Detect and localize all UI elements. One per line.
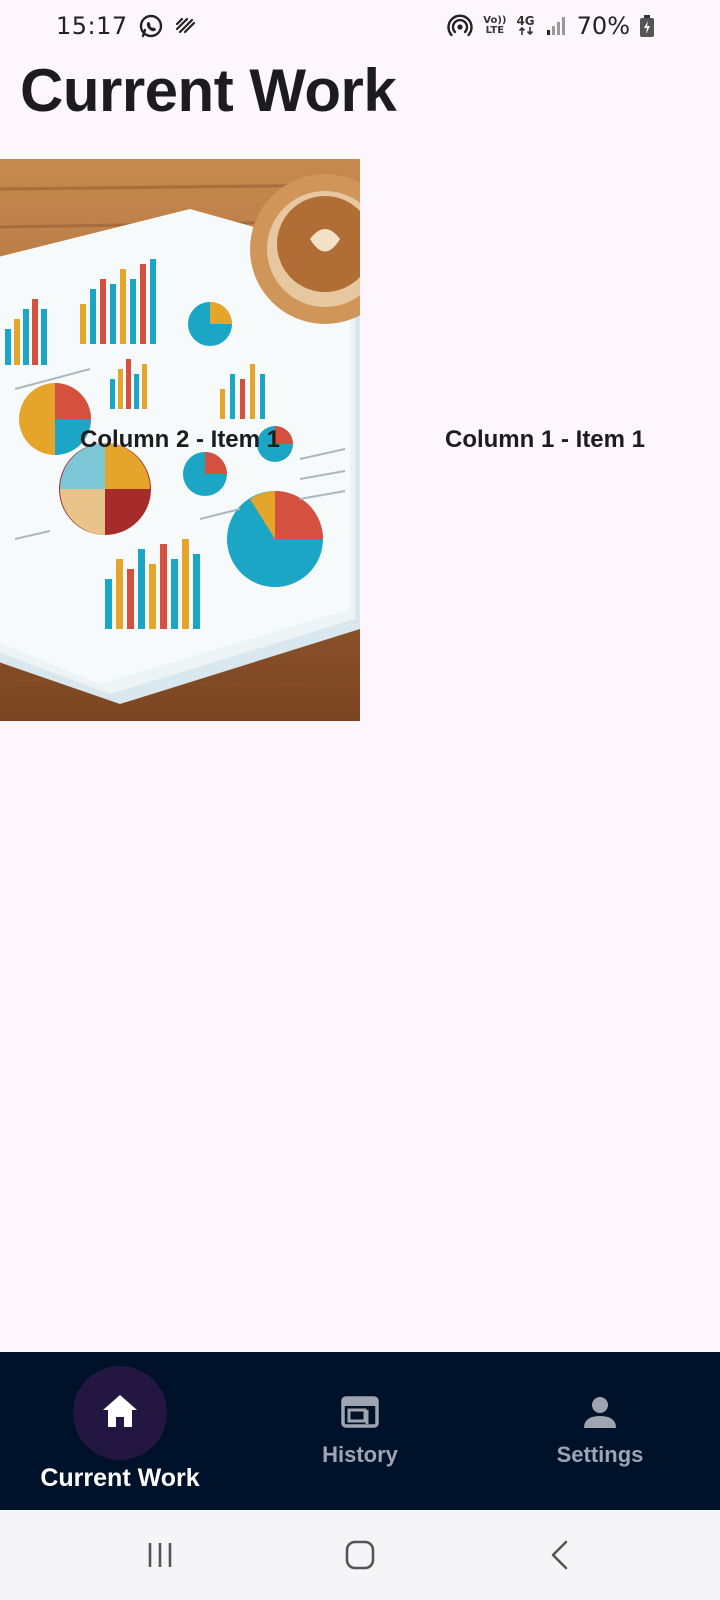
data-saver-icon bbox=[174, 16, 198, 36]
recent-apps-icon bbox=[148, 1543, 172, 1567]
network-type-icon: 4G bbox=[516, 14, 535, 36]
status-right: Vo)) LTE 4G 70% bbox=[447, 12, 654, 40]
battery-icon bbox=[640, 15, 654, 37]
home-square-icon bbox=[345, 1540, 375, 1570]
bottom-navigation: Current Work History Settings bbox=[0, 1352, 720, 1510]
network-label: 4G bbox=[516, 14, 535, 28]
nav-label-history: History bbox=[322, 1442, 398, 1467]
hotspot-icon bbox=[447, 13, 473, 39]
nav-active-indicator bbox=[73, 1366, 167, 1460]
nav-item-history[interactable]: History bbox=[240, 1352, 480, 1510]
volte-icon: Vo)) LTE bbox=[483, 16, 506, 36]
status-bar: 15:17 Vo)) LTE 4G 70% bbox=[0, 0, 720, 52]
page-title: Current Work bbox=[20, 57, 397, 124]
back-button[interactable] bbox=[530, 1525, 590, 1585]
system-navigation-bar bbox=[0, 1510, 720, 1600]
cell-label: Column 1 - Item 1 bbox=[444, 426, 646, 453]
whatsapp-icon bbox=[138, 13, 164, 39]
lte-label: LTE bbox=[485, 25, 505, 36]
status-left: 15:17 bbox=[56, 12, 198, 40]
nav-label-current-work: Current Work bbox=[40, 1464, 200, 1492]
nav-item-current-work[interactable]: Current Work bbox=[0, 1352, 240, 1510]
battery-percent: 70% bbox=[576, 12, 630, 40]
status-time: 15:17 bbox=[56, 12, 128, 40]
recent-apps-button[interactable] bbox=[130, 1525, 190, 1585]
home-icon bbox=[101, 1393, 139, 1434]
signal-icon bbox=[545, 15, 567, 37]
home-button[interactable] bbox=[330, 1525, 390, 1585]
cell-label: Column 2 - Item 1 bbox=[79, 426, 281, 453]
back-chevron-icon bbox=[551, 1540, 568, 1570]
content-grid: Column 2 - Item 1 Column 1 - Item 1 bbox=[0, 159, 720, 721]
grid-cell-column-1-item-1[interactable]: Column 1 - Item 1 bbox=[360, 159, 720, 721]
grid-cell-column-2-item-1[interactable]: Column 2 - Item 1 bbox=[0, 159, 360, 721]
nav-label-settings: Settings bbox=[556, 1442, 644, 1467]
nav-item-settings[interactable]: Settings bbox=[480, 1352, 720, 1510]
person-icon bbox=[580, 1392, 620, 1432]
web-window-icon bbox=[340, 1392, 380, 1432]
